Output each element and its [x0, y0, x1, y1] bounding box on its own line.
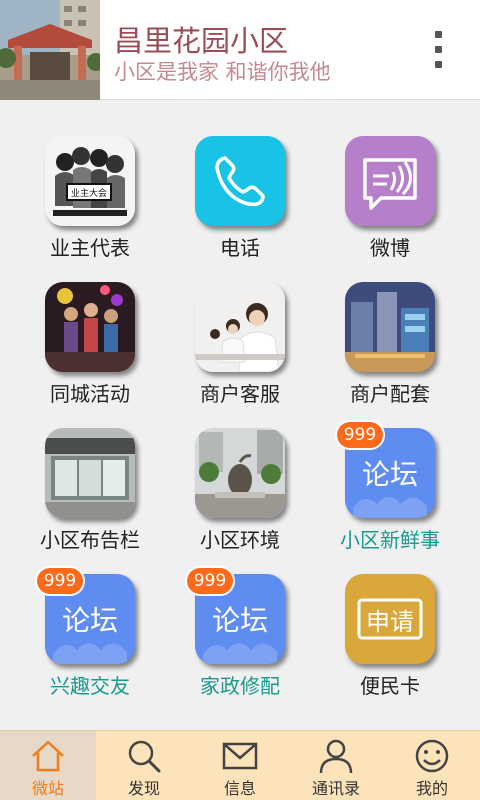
grid-item-environment[interactable]: 小区环境: [165, 428, 315, 574]
owners-meeting-photo: 业主大会: [45, 136, 135, 226]
tab-label: 微站: [31, 779, 64, 798]
weibo-icon: [345, 136, 435, 226]
merchant-facilities-photo: [345, 282, 435, 372]
mail-icon: [222, 742, 258, 770]
app-header: 昌里花园小区 小区是我家 和谐你我他: [0, 0, 480, 100]
grid-item-merchant-facilities[interactable]: 商户配套: [315, 282, 465, 428]
grid-item-label: 兴趣交友: [50, 674, 130, 698]
unread-count-badge: 999: [337, 422, 383, 448]
grid-item-phone[interactable]: 电话: [165, 136, 315, 282]
unread-count-badge: 999: [187, 568, 233, 594]
forum-tile-text: 论坛: [212, 604, 268, 637]
grid-item-label: 业主代表: [50, 236, 130, 260]
feature-grid: 业主大会 业主代表 电话 微博 同城活动 商户客服 商户配套 小区布告栏 小区环…: [0, 101, 480, 731]
tab-label: 通讯录: [311, 779, 360, 798]
more-dot-icon: [435, 46, 442, 53]
grid-item-customer-service[interactable]: 商户客服: [165, 282, 315, 428]
grid-item-interest-friends[interactable]: 999 论坛 兴趣交友: [15, 568, 165, 720]
tab-me[interactable]: 我的: [384, 731, 480, 800]
grid-item-label: 同城活动: [50, 382, 130, 406]
grid-item-community-news[interactable]: 999 论坛 小区新鲜事: [315, 422, 465, 574]
tab-label: 信息: [223, 779, 256, 798]
apply-tile-text: 申请: [366, 608, 414, 636]
community-gate-thumbnail: [0, 0, 100, 100]
grid-item-label: 小区环境: [200, 528, 280, 552]
more-menu-button[interactable]: [426, 28, 452, 72]
bulletin-board-photo: [45, 428, 135, 518]
grid-item-label: 商户客服: [200, 382, 280, 406]
grid-item-bulletin-board[interactable]: 小区布告栏: [15, 428, 165, 574]
grid-item-housekeeping-repair[interactable]: 999 论坛 家政修配: [165, 568, 315, 720]
tab-contacts[interactable]: 通讯录: [288, 731, 384, 800]
community-slogan: 小区是我家 和谐你我他: [114, 60, 331, 84]
tab-label: 发现: [127, 779, 160, 798]
phone-icon: [195, 136, 285, 226]
city-events-photo: [45, 282, 135, 372]
community-environment-photo: [195, 428, 285, 518]
customer-service-photo: [195, 282, 285, 372]
search-icon: [128, 740, 161, 773]
forum-tile-text: 论坛: [62, 604, 118, 637]
grid-item-weibo[interactable]: 微博: [315, 136, 465, 282]
more-dot-icon: [435, 61, 442, 68]
unread-count-badge: 999: [37, 568, 83, 594]
more-dot-icon: [435, 31, 442, 38]
tab-discover[interactable]: 发现: [96, 731, 192, 800]
home-icon: [32, 740, 64, 772]
grid-item-city-events[interactable]: 同城活动: [15, 282, 165, 428]
tab-label: 我的: [415, 779, 448, 798]
tab-messages[interactable]: 信息: [192, 731, 288, 800]
owners-meeting-sign: 业主大会: [71, 187, 107, 199]
forum-tile-text: 论坛: [362, 458, 418, 491]
grid-item-label: 微博: [370, 236, 410, 260]
grid-item-service-card[interactable]: 申请 便民卡: [315, 574, 465, 720]
community-title: 昌里花园小区: [114, 24, 289, 58]
grid-item-label: 小区布告栏: [40, 528, 140, 552]
grid-item-label: 小区新鲜事: [340, 528, 440, 552]
tab-home[interactable]: 微站: [0, 731, 96, 800]
grid-item-label: 便民卡: [360, 674, 420, 698]
smiley-icon: [415, 739, 449, 773]
bottom-tab-bar: 微站 发现 信息 通讯录 我的: [0, 730, 480, 800]
apply-card-icon: 申请: [345, 574, 435, 664]
grid-item-owner-rep[interactable]: 业主大会 业主代表: [15, 136, 165, 282]
grid-item-label: 商户配套: [350, 382, 430, 406]
contacts-icon: [319, 739, 353, 774]
grid-item-label: 电话: [220, 236, 260, 260]
grid-item-label: 家政修配: [200, 674, 280, 698]
